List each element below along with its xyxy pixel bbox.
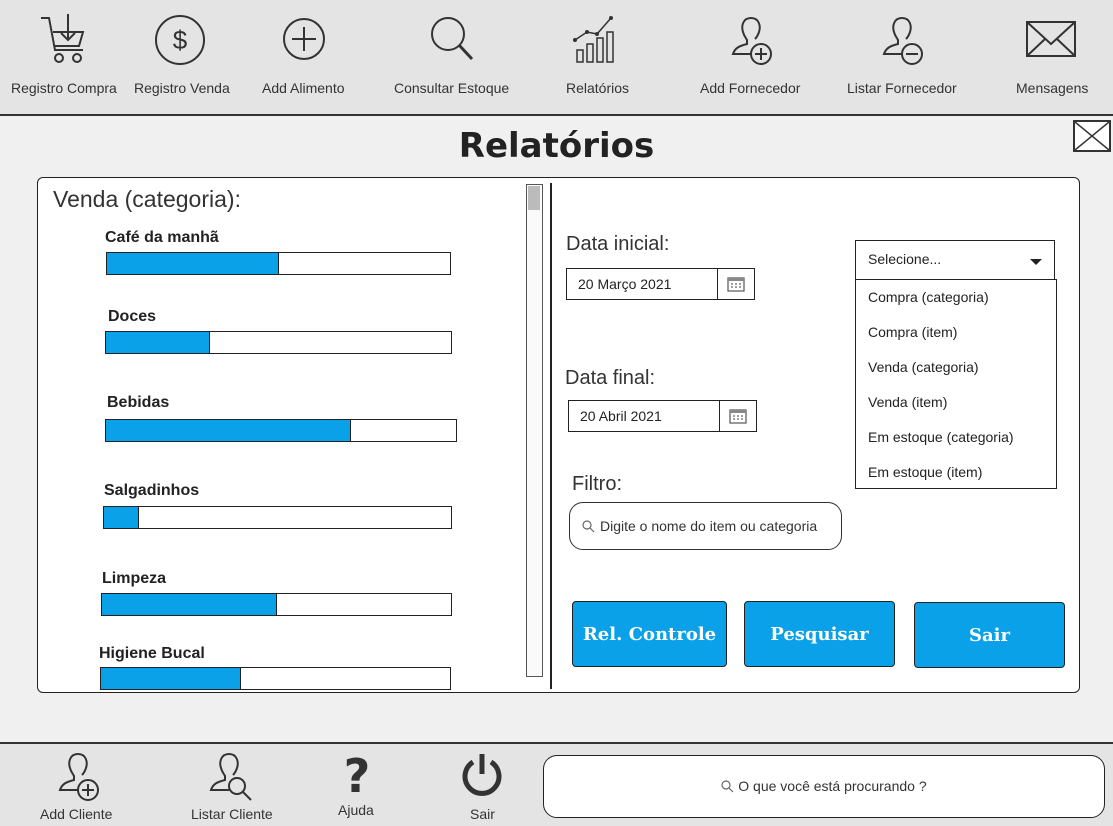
- global-search-input[interactable]: O que você está procurando ?: [543, 755, 1105, 818]
- filter-input[interactable]: Digite o nome do item ou categoria: [569, 502, 842, 550]
- dropdown-option[interactable]: Compra (categoria): [868, 289, 989, 305]
- category-label: Café da manhã: [105, 229, 219, 246]
- search-icon: [721, 778, 738, 794]
- toolbar-label: Listar Fornecedor: [847, 80, 957, 96]
- dropdown-option[interactable]: Em estoque (item): [868, 464, 982, 480]
- category-bar-fill: [106, 420, 351, 441]
- bottom-label: Ajuda: [338, 802, 374, 818]
- category-label: Salgadinhos: [104, 482, 200, 499]
- search-placeholder: O que você está procurando ?: [738, 778, 927, 794]
- filter-label: Filtro:: [572, 473, 622, 495]
- power-icon: [462, 754, 502, 796]
- category-bar-fill: [101, 668, 241, 689]
- bottom-label: Listar Cliente: [191, 806, 273, 822]
- category-bar-fill: [104, 507, 139, 528]
- bottom-label: Add Cliente: [40, 806, 113, 822]
- close-icon[interactable]: [1073, 120, 1111, 152]
- category-label: Higiene Bucal: [99, 645, 205, 662]
- user-add-icon: [58, 753, 99, 801]
- dollar-circle-icon: $: [155, 15, 205, 65]
- envelope-icon: [1026, 21, 1076, 57]
- toolbar-label: Registro Compra: [11, 80, 117, 96]
- end-date-field[interactable]: 20 Abril 2021: [568, 400, 757, 432]
- calendar-icon[interactable]: [719, 401, 756, 431]
- svg-text:?: ?: [344, 750, 371, 800]
- category-bar-fill: [106, 332, 210, 353]
- svg-text:$: $: [173, 25, 188, 55]
- toolbar-label: Add Alimento: [262, 80, 345, 96]
- sair-button[interactable]: Sair: [914, 602, 1065, 668]
- panel-divider: [550, 183, 552, 689]
- start-date-label: Data inicial:: [566, 233, 670, 255]
- chevron-down-icon: [1030, 259, 1042, 265]
- toolbar-label: Registro Venda: [134, 80, 230, 96]
- scrollbar-thumb[interactable]: [528, 186, 540, 210]
- report-type-dropdown: Compra (categoria) Compra (item) Venda (…: [855, 279, 1057, 489]
- question-icon: ?: [344, 750, 371, 800]
- category-label: Bebidas: [107, 394, 170, 411]
- bottom-ajuda[interactable]: ? Ajuda: [337, 744, 377, 826]
- category-bar: [105, 331, 452, 354]
- report-type-select[interactable]: Selecione...: [855, 240, 1055, 280]
- start-date-value: 20 Março 2021: [578, 276, 672, 292]
- category-bar: [106, 252, 451, 275]
- bottom-label: Sair: [470, 806, 495, 822]
- category-bar: [100, 667, 451, 690]
- end-date-label: Data final:: [565, 367, 656, 389]
- toolbar-label: Relatórios: [566, 80, 630, 96]
- dropdown-option[interactable]: Em estoque (categoria): [868, 429, 1014, 445]
- bottom-add-cliente[interactable]: Add Cliente: [40, 744, 113, 826]
- search-icon: [582, 520, 595, 536]
- dropdown-option[interactable]: Venda (categoria): [868, 359, 979, 375]
- toolbar-listar-fornecedor[interactable]: Listar Fornecedor: [847, 0, 957, 114]
- bottom-sair[interactable]: Sair: [459, 744, 505, 826]
- search-icon: [430, 17, 473, 61]
- cart-download-icon: [41, 14, 85, 63]
- page-title: Relatórios: [458, 126, 655, 166]
- user-search-icon: [209, 753, 252, 801]
- bottom-listar-cliente[interactable]: Listar Cliente: [191, 744, 274, 826]
- toolbar-label: Add Fornecedor: [700, 80, 801, 96]
- toolbar-consultar-estoque[interactable]: Consultar Estoque: [394, 0, 509, 114]
- category-bar: [103, 506, 452, 529]
- filter-placeholder: Digite o nome do item ou categoria: [600, 518, 818, 534]
- toolbar-label: Mensagens: [1016, 80, 1089, 96]
- category-bar-fill: [102, 594, 277, 615]
- toolbar-registro-compra[interactable]: Registro Compra: [11, 0, 117, 114]
- rel-controle-button[interactable]: Rel. Controle: [572, 601, 727, 667]
- sales-panel-scrollbar[interactable]: [526, 184, 543, 677]
- user-add-icon: [731, 17, 772, 65]
- category-label: Limpeza: [102, 570, 167, 587]
- toolbar-add-fornecedor[interactable]: Add Fornecedor: [700, 0, 801, 114]
- calendar-icon[interactable]: [717, 269, 754, 299]
- category-bar: [101, 593, 452, 616]
- dropdown-option[interactable]: Compra (item): [868, 324, 957, 340]
- toolbar-mensagens[interactable]: Mensagens: [1016, 0, 1089, 114]
- select-value: Selecione...: [868, 251, 942, 267]
- plus-circle-icon: [283, 18, 325, 60]
- end-date-value: 20 Abril 2021: [580, 408, 662, 424]
- dropdown-option[interactable]: Venda (item): [868, 394, 947, 410]
- category-label: Doces: [108, 308, 157, 325]
- sales-panel-title: Venda (categoria):: [53, 186, 241, 212]
- category-bar: [105, 419, 457, 442]
- user-remove-icon: [882, 17, 923, 65]
- toolbar-add-alimento[interactable]: Add Alimento: [262, 0, 346, 114]
- pesquisar-button[interactable]: Pesquisar: [744, 601, 895, 667]
- toolbar-relatorios[interactable]: Relatórios: [565, 0, 629, 114]
- chart-icon: [573, 16, 614, 63]
- toolbar-label: Consultar Estoque: [394, 80, 510, 96]
- start-date-field[interactable]: 20 Março 2021: [566, 268, 755, 300]
- toolbar-registro-venda[interactable]: $ Registro Venda: [133, 0, 230, 114]
- category-bar-fill: [107, 253, 279, 274]
